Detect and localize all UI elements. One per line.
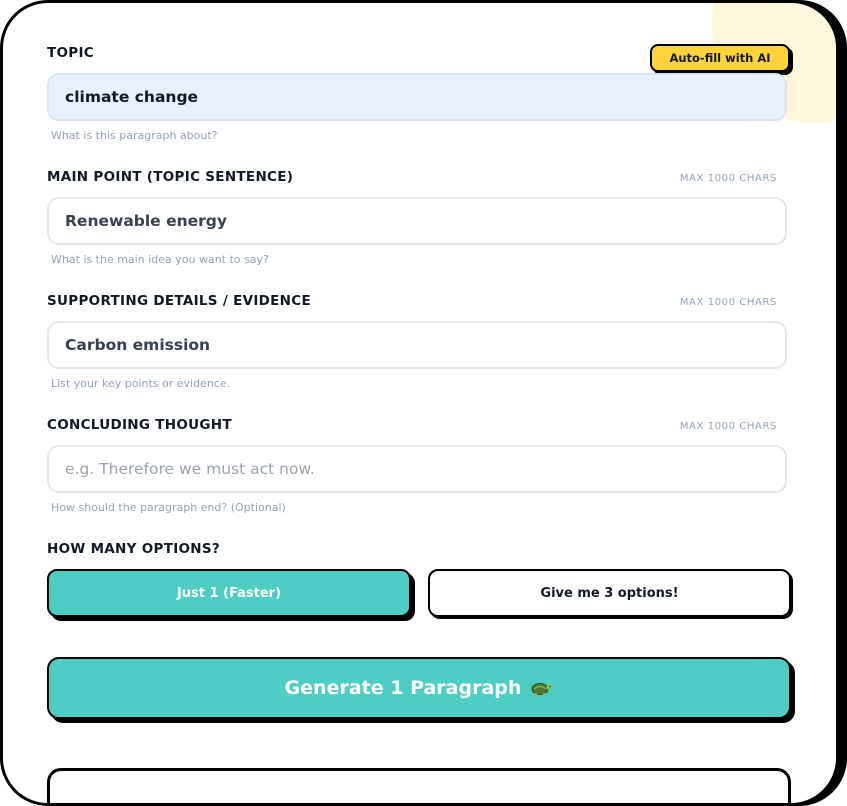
option-just-one-button[interactable]: Just 1 (Faster) xyxy=(47,569,411,617)
concluding-thought-help: How should the paragraph end? (Optional) xyxy=(51,501,286,514)
concluding-thought-input[interactable] xyxy=(47,445,787,493)
form-card: TOPIC Auto-fill with AI What is this par… xyxy=(0,0,839,806)
generate-button[interactable]: Generate 1 Paragraph xyxy=(47,657,791,719)
options-label: HOW MANY OPTIONS? xyxy=(47,541,221,557)
supporting-details-max-chars: MAX 1000 CHARS xyxy=(679,297,777,308)
topic-help: What is this paragraph about? xyxy=(51,129,218,142)
option-three-label: Give me 3 options! xyxy=(540,585,679,601)
concluding-thought-label: CONCLUDING THOUGHT xyxy=(47,417,232,433)
topic-input[interactable] xyxy=(47,73,787,121)
option-three-button[interactable]: Give me 3 options! xyxy=(428,569,791,617)
supporting-details-help: List your key points or evidence. xyxy=(51,377,231,390)
option-just-one-label: Just 1 (Faster) xyxy=(176,585,282,601)
generate-label: Generate 1 Paragraph xyxy=(284,677,522,699)
next-section-card xyxy=(47,768,791,803)
main-point-label: MAIN POINT (TOPIC SENTENCE) xyxy=(47,169,294,185)
main-point-max-chars: MAX 1000 CHARS xyxy=(679,173,777,184)
main-point-input[interactable] xyxy=(47,197,787,245)
turtle-icon xyxy=(529,678,553,698)
autofill-ai-button[interactable]: Auto-fill with AI xyxy=(650,44,790,72)
main-point-help: What is the main idea you want to say? xyxy=(51,253,269,266)
supporting-details-label: SUPPORTING DETAILS / EVIDENCE xyxy=(47,293,312,309)
autofill-ai-label: Auto-fill with AI xyxy=(669,51,771,65)
concluding-thought-max-chars: MAX 1000 CHARS xyxy=(679,421,777,432)
supporting-details-input[interactable] xyxy=(47,321,787,369)
topic-label: TOPIC xyxy=(47,45,95,61)
